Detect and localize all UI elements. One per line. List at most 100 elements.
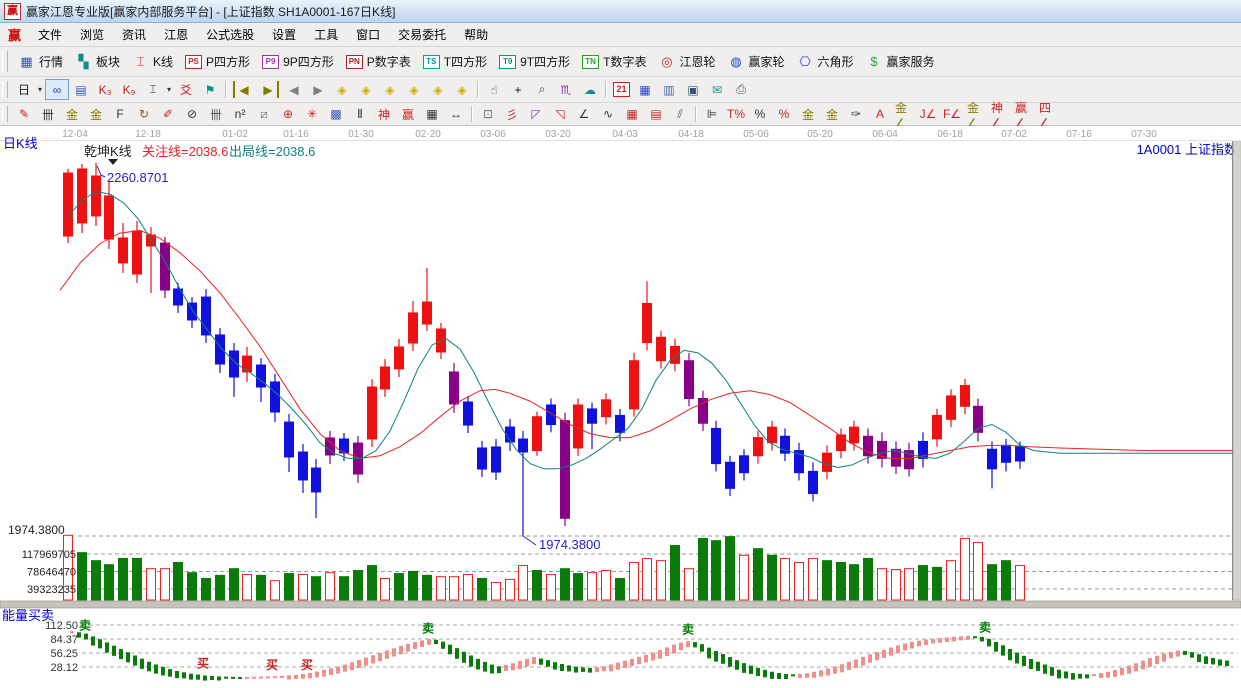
ruler-grid-icon[interactable]: ▦ <box>420 104 444 125</box>
cloud-calc-icon[interactable]: ☁ <box>578 79 602 100</box>
chip-dist-icon[interactable]: ♏ <box>554 79 578 100</box>
n-square-icon[interactable]: n² <box>228 104 252 125</box>
wave-abc-icon[interactable]: A <box>868 104 892 125</box>
level-bars-icon[interactable]: ⊫ <box>700 104 724 125</box>
toolbar-button-P四方形[interactable]: PSP四方形 <box>179 51 256 72</box>
menu-item-6[interactable]: 工具 <box>305 24 347 45</box>
shen-grid-icon[interactable]: 神 <box>372 104 396 125</box>
next-bar-icon[interactable]: ▶ <box>306 79 330 100</box>
chart-scrollbar[interactable] <box>1234 141 1241 600</box>
price-grid-icon[interactable]: ▤ <box>644 104 668 125</box>
pen-line-icon[interactable]: ✑ <box>844 104 868 125</box>
gann-overlay-icon[interactable]: ∞ <box>45 79 69 100</box>
menu-item-9[interactable]: 帮助 <box>455 24 497 45</box>
squeeze-left-icon[interactable]: ◈ <box>330 79 354 100</box>
gold-grid2-icon[interactable]: 金 <box>84 104 108 125</box>
toolbar-button-K线[interactable]: ⌶K线 <box>126 51 179 72</box>
toolbar-button-板块[interactable]: ▚板块 <box>69 51 126 72</box>
percent-icon[interactable]: % <box>748 104 772 125</box>
kline-type-label[interactable]: 乾坤K线 <box>84 144 132 159</box>
pan-hand-icon[interactable]: ☝ <box>482 79 506 100</box>
toolbar-button-T四方形[interactable]: TST四方形 <box>417 51 493 72</box>
toolbar-grip[interactable] <box>2 51 8 71</box>
print-icon[interactable]: ⎙ <box>729 79 753 100</box>
percent-line-icon[interactable]: % <box>772 104 796 125</box>
toolbar-button-六角形[interactable]: ⎔六角形 <box>791 51 860 72</box>
title-bar[interactable]: 赢 赢家江恩专业版[赢家内部服务平台] - [上证指数 SH1A0001-167… <box>0 0 1241 23</box>
gold-circle-icon[interactable]: 金 <box>796 104 820 125</box>
squeeze-right-icon[interactable]: ◈ <box>354 79 378 100</box>
crosshair-icon[interactable]: + <box>506 79 530 100</box>
si-angle-icon[interactable]: 四∠ <box>1036 104 1060 125</box>
brush-icon[interactable]: ✎ <box>12 104 36 125</box>
square-web-icon[interactable]: ▩ <box>324 104 348 125</box>
stock-filter-icon[interactable]: 爻 <box>174 79 198 100</box>
k-count-icon[interactable]: Ⅱ <box>348 104 372 125</box>
mirror-icon[interactable]: ⧄ <box>252 104 276 125</box>
fib-grid-icon[interactable]: F <box>108 104 132 125</box>
marker-pen-icon[interactable]: ✐ <box>156 104 180 125</box>
menu-item-4[interactable]: 公式选股 <box>197 24 263 45</box>
candle-style-dropdown[interactable]: ⌶▾ <box>141 79 174 100</box>
shrink-v-icon[interactable]: ◈ <box>450 79 474 100</box>
gold-line-icon[interactable]: 金 <box>820 104 844 125</box>
magnifier-icon[interactable]: ⌕ <box>530 79 554 100</box>
spiral-icon[interactable]: ↻ <box>132 104 156 125</box>
toolbar-button-9T四方形[interactable]: T99T四方形 <box>493 51 576 72</box>
toolbar-grip[interactable] <box>2 106 8 121</box>
first-bar-icon[interactable]: ◀ <box>230 79 256 100</box>
save-icon[interactable]: ▣ <box>681 79 705 100</box>
fan-right-icon[interactable]: ◹ <box>548 104 572 125</box>
toolbar-button-P数字表[interactable]: PNP数字表 <box>340 51 417 72</box>
calendar-icon[interactable]: 21 <box>610 80 633 99</box>
expand-v-icon[interactable]: ◈ <box>426 79 450 100</box>
menu-item-7[interactable]: 窗口 <box>347 24 389 45</box>
fan-lines-icon[interactable]: 彡 <box>500 104 524 125</box>
box-tool-icon[interactable]: ⊡ <box>476 104 500 125</box>
gold-grid-icon[interactable]: 金 <box>60 104 84 125</box>
menu-item-0[interactable]: 文件 <box>29 24 71 45</box>
kline-9-icon[interactable]: K₉ <box>117 79 141 100</box>
toolbar-button-江恩轮[interactable]: ◎江恩轮 <box>652 51 721 72</box>
last-bar-icon[interactable]: ▶ <box>256 79 282 100</box>
span-arrow-icon[interactable]: ↔ <box>444 104 468 125</box>
color-kline-icon[interactable]: ⚑ <box>198 79 222 100</box>
expand-h-icon[interactable]: ◈ <box>378 79 402 100</box>
menu-item-5[interactable]: 设置 <box>263 24 305 45</box>
toolbar-button-9P四方形[interactable]: P99P四方形 <box>256 51 340 72</box>
f-angle-icon[interactable]: F∠ <box>940 104 964 125</box>
export-icon[interactable]: ✉ <box>705 79 729 100</box>
jin-angle-icon[interactable]: 金∠ <box>964 104 988 125</box>
shrink-h-icon[interactable]: ◈ <box>402 79 426 100</box>
spider-web-icon[interactable]: ✳ <box>300 104 324 125</box>
cycle-circle-icon[interactable]: ⊘ <box>180 104 204 125</box>
period-day-dropdown[interactable]: 日▾ <box>12 79 45 100</box>
toolbar-button-T数字表[interactable]: TNT数字表 <box>576 51 652 72</box>
angle-line-icon[interactable]: ∠ <box>572 104 596 125</box>
gold-angle-icon[interactable]: 金∠ <box>892 104 916 125</box>
menu-item-2[interactable]: 资讯 <box>113 24 155 45</box>
info-doc-icon[interactable]: ▤ <box>69 79 93 100</box>
time-grid-icon[interactable]: 卌 <box>204 104 228 125</box>
slash-lines-icon[interactable]: ⫽ <box>668 104 692 125</box>
ying-grid-icon[interactable]: 赢 <box>396 104 420 125</box>
gann-circle-icon[interactable]: ⊕ <box>276 104 300 125</box>
shen-angle-icon[interactable]: 神∠ <box>988 104 1012 125</box>
toolbar-button-赢家服务[interactable]: $赢家服务 <box>860 51 941 72</box>
menu-item-8[interactable]: 交易委托 <box>389 24 455 45</box>
toolbar-grip[interactable] <box>2 81 8 99</box>
prev-bar-icon[interactable]: ◀ <box>282 79 306 100</box>
toolbar-button-赢家轮[interactable]: ◍赢家轮 <box>721 51 790 72</box>
wave-tool-icon[interactable]: ∿ <box>596 104 620 125</box>
notepad-icon[interactable]: ▥ <box>657 79 681 100</box>
ying-angle-icon[interactable]: 赢∠ <box>1012 104 1036 125</box>
red-grid-icon[interactable]: ▦ <box>620 104 644 125</box>
panel-splitter[interactable] <box>0 601 1241 608</box>
grid-tool-icon[interactable]: 卌 <box>36 104 60 125</box>
kline-3-icon[interactable]: K₃ <box>93 79 117 100</box>
t-percent-icon[interactable]: T% <box>724 104 748 125</box>
menu-item-1[interactable]: 浏览 <box>71 24 113 45</box>
fan-left-icon[interactable]: ◸ <box>524 104 548 125</box>
kline-chart[interactable]: 12-0412-1801-0201-1601-3002-2003-0603-20… <box>0 126 1241 685</box>
menu-item-3[interactable]: 江恩 <box>155 24 197 45</box>
